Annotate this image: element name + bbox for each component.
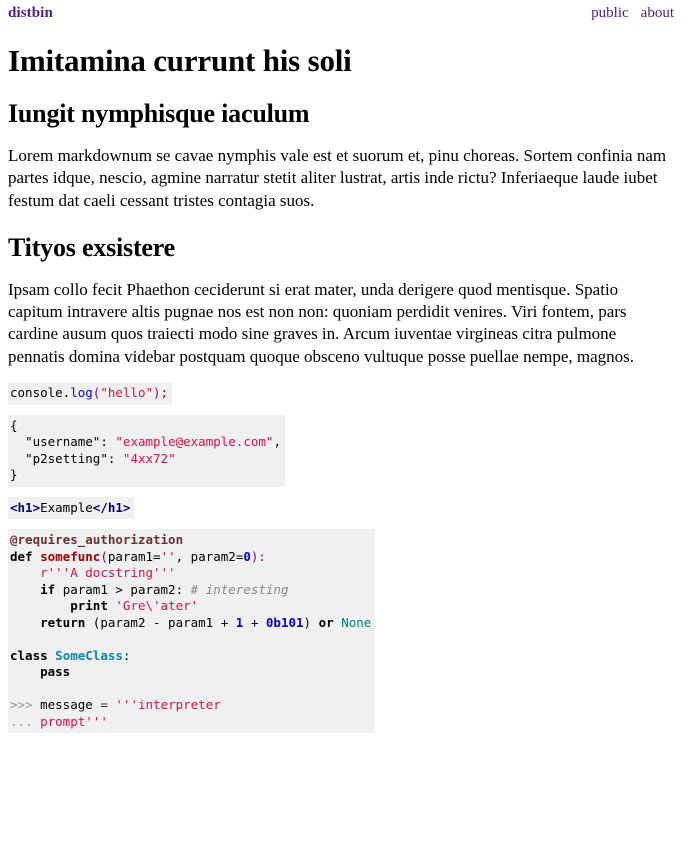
python-keyword-pass: pass — [40, 664, 71, 680]
site-header: distbin public about — [8, 0, 674, 24]
python-keyword-if: if — [40, 581, 56, 597]
python-param2-default: 0 — [243, 548, 251, 564]
python-keyword-none: None — [341, 614, 372, 630]
python-repl-assign: = — [100, 697, 116, 713]
json-separator-1: : — [100, 434, 116, 450]
code-token-name: console. — [10, 385, 71, 401]
brand-logo-link[interactable]: distbin — [8, 5, 53, 22]
python-keyword-or: or — [318, 614, 334, 630]
json-brace-close: } — [10, 467, 18, 483]
nav-link-about[interactable]: about — [641, 5, 674, 22]
python-class-colon: : — [122, 647, 131, 663]
paragraph-2: Ipsam collo fecit Phaethon ceciderunt si… — [8, 279, 635, 366]
python-keyword-print: print — [70, 598, 108, 614]
code-block-python: @requires_authorization def somefunc(par… — [8, 529, 376, 734]
python-docstring: r'''A docstring''' — [40, 565, 176, 581]
code-token-function: log — [70, 385, 93, 401]
code-token-semicolon: ; — [160, 385, 169, 401]
python-repl-prompt-continuation: ... — [10, 713, 41, 729]
python-repl-string-line2: prompt''' — [40, 713, 108, 729]
python-return-close: ) — [303, 614, 319, 630]
html-tag-content: Example — [40, 499, 93, 515]
json-key-p2setting: "p2setting" — [25, 450, 108, 466]
python-number-binary: 0b101 — [265, 614, 304, 630]
nav-link-public[interactable]: public — [591, 5, 629, 22]
code-token-string: "hello" — [100, 385, 154, 401]
python-paren-close: ): — [250, 548, 266, 564]
python-param-comma: , — [175, 548, 191, 564]
code-block-javascript: console.log("hello"); — [8, 382, 173, 405]
python-keyword-return: return — [40, 614, 86, 630]
json-value-username: "example@example.com" — [115, 434, 274, 450]
python-paren-open: ( — [100, 548, 108, 564]
code-content-javascript: console.log("hello"); — [10, 385, 168, 400]
code-token-paren-close: ) — [153, 385, 161, 401]
json-key-username: "username" — [25, 434, 101, 450]
section-heading-2: Tityos exsistere — [8, 233, 175, 262]
html-open-tag: <h1> — [10, 499, 41, 515]
python-class-name: SomeClass — [55, 647, 123, 663]
json-brace-open: { — [10, 417, 18, 433]
section-heading-1: Iungit nymphisque iaculum — [8, 99, 310, 129]
code-block-json: { "username": "example@example.com", "p2… — [8, 414, 285, 487]
python-keyword-class: class — [10, 647, 48, 663]
python-return-expression: (param2 - param1 + — [85, 614, 236, 630]
json-value-p2setting: "4xx72" — [122, 450, 176, 466]
python-comment: # interesting — [190, 581, 289, 597]
python-param1-default: '' — [160, 548, 176, 564]
code-block-html: <h1>Example</h1> — [8, 496, 135, 520]
python-repl-string-line1: '''interpreter — [115, 697, 221, 713]
python-if-expression: param1 > param2: — [55, 581, 184, 597]
article-body: Imitamina currunt his soli Iungit nymphi… — [8, 43, 674, 734]
python-keyword-def: def — [10, 548, 33, 564]
python-param1: param1= — [107, 548, 161, 564]
python-decorator: @requires_authorization — [10, 532, 184, 548]
python-print-string: 'Gre\'ater' — [115, 598, 199, 614]
page-title: Imitamina currunt his soli — [8, 43, 352, 78]
code-content-json: { "username": "example@example.com", "p2… — [10, 418, 281, 483]
python-function-name: somefunc — [40, 548, 101, 564]
code-content-html: <h1>Example</h1> — [10, 500, 130, 515]
python-param2: param2= — [190, 548, 244, 564]
json-comma-1: , — [273, 434, 281, 450]
python-plus-operator: + — [243, 614, 266, 630]
page-root: distbin public about Imitamina currunt h… — [0, 0, 682, 734]
python-repl-variable: message — [40, 697, 101, 713]
paragraph-1: Lorem markdownum se cavae nymphis vale e… — [8, 145, 667, 210]
python-repl-prompt-primary: >>> — [10, 697, 41, 713]
code-content-python: @requires_authorization def somefunc(par… — [10, 532, 371, 729]
json-separator-2: : — [107, 450, 123, 466]
html-close-tag: </h1> — [92, 499, 131, 515]
main-navigation: public about — [591, 5, 674, 22]
